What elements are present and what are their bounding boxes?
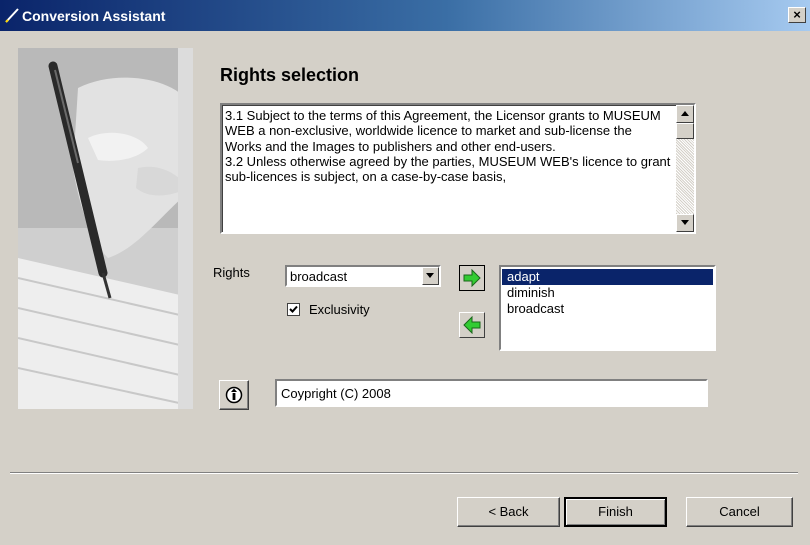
exclusivity-label: Exclusivity (309, 302, 370, 317)
agreement-scrollbar[interactable] (676, 105, 694, 232)
scroll-down-button[interactable] (676, 214, 694, 232)
exclusivity-checkbox[interactable] (287, 303, 300, 316)
close-icon: × (793, 7, 801, 22)
title-bar: Conversion Assistant × (0, 0, 810, 31)
pen-icon (5, 8, 19, 23)
back-button[interactable]: < Back (457, 497, 560, 527)
remove-right-button[interactable] (459, 312, 485, 338)
footer-divider-highlight (10, 473, 798, 474)
selected-rights-list[interactable]: adapt diminish broadcast (499, 265, 716, 351)
scroll-up-button[interactable] (676, 105, 694, 123)
rights-label: Rights (213, 265, 250, 280)
rights-dropdown-button[interactable] (422, 267, 439, 285)
rights-dropdown-value: broadcast (290, 269, 348, 284)
rights-dropdown[interactable]: broadcast (285, 265, 441, 287)
list-item[interactable]: diminish (502, 285, 713, 301)
checkmark-icon (289, 305, 298, 313)
arrow-right-icon (463, 269, 481, 287)
copyright-info-button[interactable] (219, 380, 249, 410)
close-button[interactable]: × (788, 7, 806, 23)
list-item[interactable]: adapt (502, 269, 713, 285)
cancel-button[interactable]: Cancel (686, 497, 793, 527)
finish-button[interactable]: Finish (564, 497, 667, 527)
arrow-left-icon (463, 316, 481, 334)
copyright-value: Coypright (C) 2008 (281, 386, 391, 401)
chevron-down-icon (426, 273, 434, 278)
scroll-up-icon (681, 111, 689, 116)
agreement-textbox[interactable]: 3.1 Subject to the terms of this Agreeme… (220, 103, 696, 234)
scroll-thumb[interactable] (676, 123, 694, 139)
agreement-text: 3.1 Subject to the terms of this Agreeme… (225, 108, 671, 185)
add-right-button[interactable] (459, 265, 485, 291)
list-item[interactable]: broadcast (502, 301, 713, 317)
copyright-input[interactable]: Coypright (C) 2008 (275, 379, 708, 407)
scroll-down-icon (681, 220, 689, 225)
signing-photo (18, 48, 193, 409)
window-title: Conversion Assistant (22, 8, 166, 24)
page-title: Rights selection (220, 65, 360, 85)
info-icon (225, 386, 243, 404)
